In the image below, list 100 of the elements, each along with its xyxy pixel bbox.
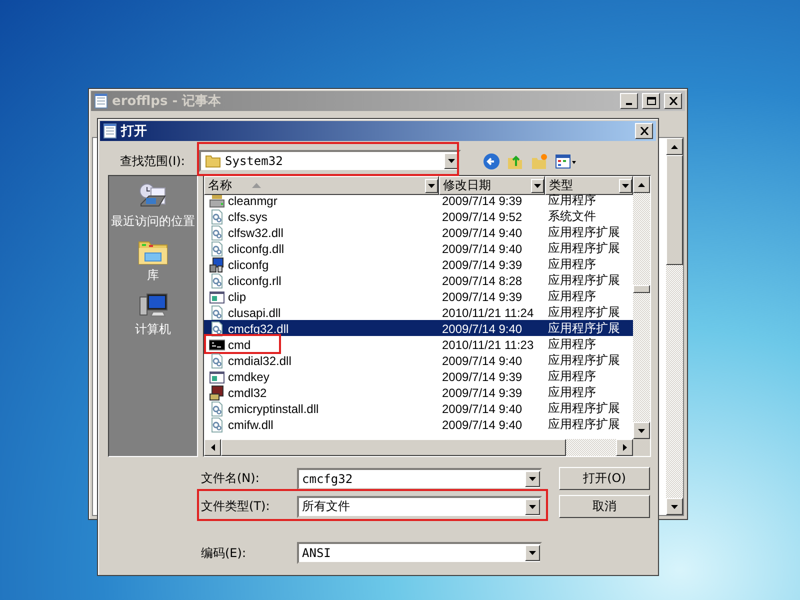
caret-icon <box>529 476 536 480</box>
modified-date: 2009/7/14 9:40 <box>441 354 524 368</box>
modified-date: 2009/7/14 9:39 <box>441 194 524 208</box>
file-row[interactable]: cmcfg32.dll 2009/7/14 9:40 应用程序扩展 <box>204 320 633 336</box>
right-arrow-icon <box>622 444 626 451</box>
file-row[interactable]: clusapi.dll 2010/11/21 11:24 应用程序扩展 <box>204 304 633 320</box>
horizontal-scrollbar[interactable] <box>204 439 650 456</box>
modified-date: 2010/11/21 11:24 <box>441 306 535 320</box>
scrollbar-thumb[interactable] <box>633 285 650 293</box>
file-row[interactable]: cmifw.dll 2009/7/14 9:40 应用程序扩展 <box>204 416 633 432</box>
minimize-button[interactable] <box>620 93 638 109</box>
file-type: 系统文件 <box>547 208 597 225</box>
file-row[interactable]: cliconfg.dll 2009/7/14 9:40 应用程序扩展 <box>204 240 633 256</box>
combo-field[interactable]: ANSI <box>297 542 542 564</box>
up-arrow-icon <box>671 144 678 148</box>
config-tool-icon <box>209 256 225 272</box>
modified-date: 2010/11/21 11:23 <box>441 338 535 352</box>
file-type: 应用程序扩展 <box>547 272 621 289</box>
file-name: cmdial32.dll <box>228 354 292 368</box>
dropdown-button[interactable] <box>525 545 540 561</box>
down-arrow-icon <box>671 504 678 508</box>
dropdown-button[interactable] <box>425 178 438 192</box>
file-row[interactable]: cmd 2010/11/21 11:23 应用程序 <box>204 336 633 352</box>
file-row[interactable]: clip 2009/7/14 9:39 应用程序 <box>204 288 633 304</box>
dropdown-button[interactable] <box>525 470 540 486</box>
column-header[interactable]: 修改日期 <box>439 176 545 195</box>
file-row[interactable]: cmdkey 2009/7/14 9:39 应用程序 <box>204 368 633 384</box>
file-row[interactable]: cmdl32 2009/7/14 9:39 应用程序 <box>204 384 633 400</box>
file-row[interactable]: cmdial32.dll 2009/7/14 9:40 应用程序扩展 <box>204 352 633 368</box>
file-type: 应用程序 <box>547 336 597 353</box>
dropdown-button[interactable] <box>531 178 544 192</box>
down-arrow-icon <box>638 428 645 432</box>
maximize-icon <box>646 97 656 105</box>
place-label[interactable]: 最近访问的位置 <box>111 214 195 228</box>
caret-icon <box>428 184 435 188</box>
scrollbar-thumb[interactable] <box>221 439 566 456</box>
gear-file-icon <box>209 224 225 240</box>
view-menu-icon[interactable] <box>555 152 577 170</box>
file-name: cliconfg.dll <box>228 242 284 256</box>
file-type: 应用程序扩展 <box>547 320 621 337</box>
modified-date: 2009/7/14 9:40 <box>441 242 524 256</box>
file-row[interactable]: clfsw32.dll 2009/7/14 9:40 应用程序扩展 <box>204 224 633 240</box>
back-icon[interactable] <box>483 152 500 170</box>
maximize-button[interactable] <box>642 93 660 109</box>
file-name: cmd <box>228 338 251 352</box>
vertical-scrollbar[interactable] <box>666 138 683 515</box>
file-name: cliconfg.rll <box>228 274 282 288</box>
gear-file-icon <box>209 272 225 288</box>
file-type: 应用程序扩展 <box>547 224 621 241</box>
file-type: 应用程序 <box>547 368 597 385</box>
look-in-label: 查找范围(I): <box>120 152 186 170</box>
file-name: cleanmgr <box>228 194 278 208</box>
place-label[interactable]: 计算机 <box>111 322 195 336</box>
file-type: 应用程序 <box>547 288 597 305</box>
file-type: 应用程序扩展 <box>547 400 621 417</box>
look-in-dropdown[interactable]: System32 <box>199 150 461 172</box>
notepad-icon <box>103 123 117 139</box>
file-type: 应用程序扩展 <box>547 240 621 257</box>
column-header[interactable]: 名称 <box>204 176 439 195</box>
gear-file-icon <box>209 208 225 224</box>
left-arrow-icon <box>210 444 214 451</box>
file-type: 应用程序 <box>547 384 597 401</box>
dialog-title: 打开 <box>121 123 148 140</box>
modified-date: 2009/7/14 9:40 <box>441 226 524 240</box>
file-row[interactable]: cmicryptinstall.dll 2009/7/14 9:40 应用程序扩展 <box>204 400 633 416</box>
window-title: erofflps - 记事本 <box>112 93 222 110</box>
gear-file-icon <box>209 416 225 432</box>
close-icon <box>640 127 648 135</box>
file-row[interactable]: cleanmgr 2009/7/14 9:39 应用程序 <box>204 192 633 208</box>
close-button[interactable] <box>664 93 682 109</box>
dropdown-button[interactable] <box>525 498 540 514</box>
file-name: cliconfg <box>228 258 269 272</box>
file-type: 应用程序 <box>547 256 597 273</box>
dropdown-button[interactable] <box>619 178 632 192</box>
gear-file-icon <box>209 400 225 416</box>
scrollbar-thumb[interactable] <box>666 155 683 265</box>
combo-field[interactable]: cmcfg32 <box>297 468 542 490</box>
vertical-scrollbar[interactable] <box>633 176 650 439</box>
caret-icon <box>448 159 455 163</box>
column-header[interactable]: 类型 <box>545 176 633 195</box>
gear-file-icon <box>209 320 225 336</box>
file-name: cmicryptinstall.dll <box>228 402 319 416</box>
file-name: clfs.sys <box>228 210 268 224</box>
close-button[interactable] <box>635 123 653 139</box>
file-name: clip <box>228 290 246 304</box>
file-name: cmcfg32.dll <box>228 322 289 336</box>
file-row[interactable]: cliconfg 2009/7/14 9:39 应用程序 <box>204 256 633 272</box>
installer-icon <box>209 384 225 400</box>
file-row[interactable]: cliconfg.rll 2009/7/14 8:28 应用程序扩展 <box>204 272 633 288</box>
file-row[interactable]: clfs.sys 2009/7/14 9:52 系统文件 <box>204 208 633 224</box>
combo-field[interactable]: 所有文件 <box>297 496 542 518</box>
window-icon <box>209 368 225 384</box>
cancel-button[interactable]: 取消 <box>559 495 650 518</box>
modified-date: 2009/7/14 9:40 <box>441 402 524 416</box>
gear-file-icon <box>209 304 225 320</box>
folder-icon <box>205 153 221 169</box>
caret-icon <box>534 184 541 188</box>
console-icon <box>209 336 225 352</box>
open-button[interactable]: 打开(O) <box>559 467 650 490</box>
place-label[interactable]: 库 <box>111 268 195 282</box>
